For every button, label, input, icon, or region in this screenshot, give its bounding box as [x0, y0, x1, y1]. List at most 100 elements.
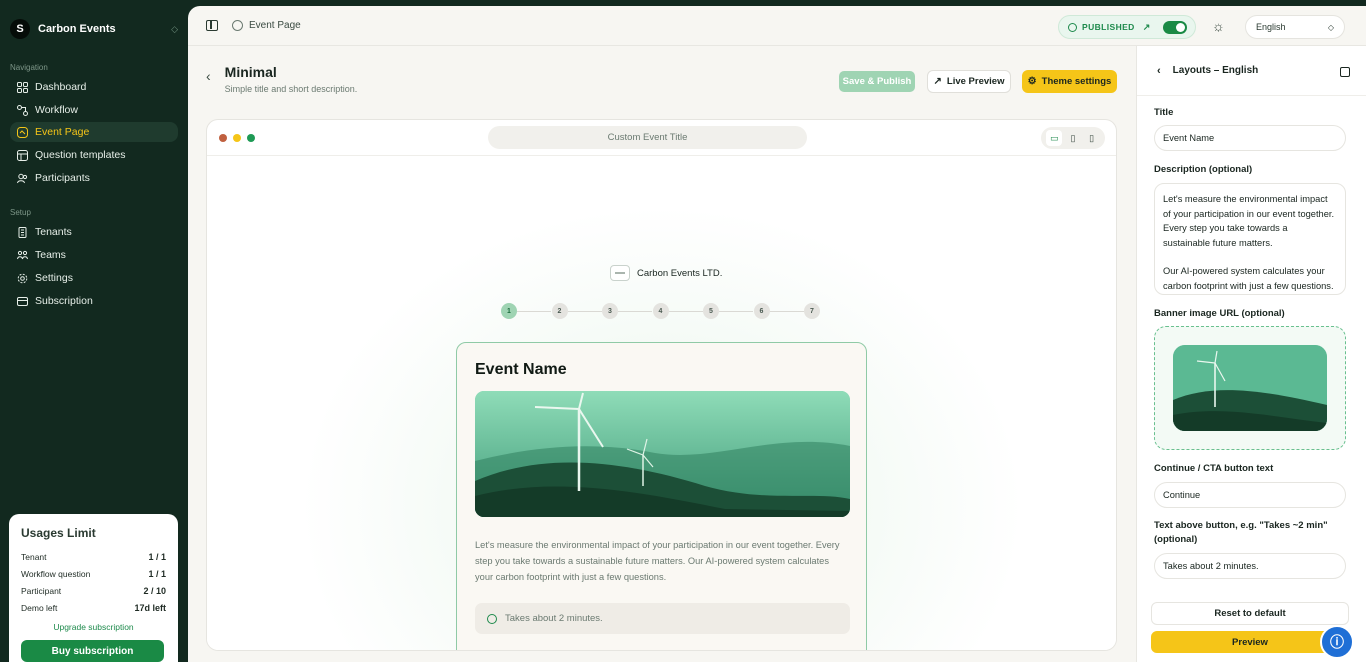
usage-title: Usages Limit [21, 526, 96, 540]
step-connector [668, 310, 703, 312]
company-header: Carbon Events LTD. [610, 265, 722, 281]
theme-settings-button[interactable]: ⚙ Theme settings [1022, 70, 1117, 93]
save-publish-button[interactable]: Save & Publish [839, 71, 915, 92]
page-icon [16, 126, 28, 138]
banner-url-label: Banner image URL (optional) [1154, 308, 1285, 319]
template-icon [16, 149, 28, 161]
team-icon [16, 249, 28, 261]
usage-limit-card: Usages Limit Tenant 1 / 1 Workflow quest… [9, 514, 178, 662]
usage-row: Demo left 17d left [21, 599, 166, 616]
mobile-icon[interactable]: ▯ [1084, 130, 1100, 146]
sidebar-item-subscription[interactable]: Subscription [10, 291, 178, 311]
sidebar-item-teams[interactable]: Teams [10, 245, 178, 265]
wind-turbine-thumbnail [1173, 345, 1327, 431]
desktop-icon[interactable]: ▭ [1046, 130, 1063, 146]
help-icon[interactable]: ⓘ [1320, 625, 1354, 659]
live-preview-button[interactable]: ↗ Live Preview [927, 70, 1011, 93]
sun-icon[interactable]: ☼ [1212, 18, 1225, 34]
banner-thumbnail [1173, 345, 1327, 431]
description-label: Description (optional) [1154, 164, 1253, 175]
page-title: Minimal [224, 64, 277, 80]
title-input[interactable]: Event Name [1154, 125, 1346, 151]
step-5: 5 [703, 303, 719, 319]
step-connector [517, 310, 551, 312]
usage-value: 1 / 1 [148, 551, 166, 562]
chevron-updown-icon: ◇ [171, 23, 178, 34]
description-textarea[interactable]: Let's measure the environmental impact o… [1154, 183, 1346, 295]
reset-default-button[interactable]: Reset to default [1151, 602, 1349, 625]
sidebar-item-dashboard[interactable]: Dashboard [10, 77, 178, 97]
sidebar-item-participants[interactable]: Participants [10, 168, 178, 188]
back-icon[interactable]: ‹ [206, 68, 211, 84]
sidebar-item-question-templates[interactable]: Question templates [10, 145, 178, 165]
tablet-icon[interactable]: ▯ [1065, 130, 1081, 146]
buy-subscription-button[interactable]: Buy subscription [21, 640, 164, 662]
external-link-icon: ↗ [933, 76, 942, 87]
clock-icon [487, 613, 497, 624]
above-button-label: Text above button, e.g. "Takes ~2 min" (… [1154, 520, 1328, 545]
sidebar: S Carbon Events ◇ Navigation Dashboard W… [0, 0, 188, 662]
panel-title: Layouts – English [1172, 65, 1259, 76]
breadcrumb: Event Page [232, 20, 301, 31]
usage-label: Participant [21, 585, 62, 596]
cta-label: Continue / CTA button text [1154, 463, 1274, 474]
usage-row: Workflow question 1 / 1 [21, 565, 166, 582]
event-title: Event Name [475, 361, 567, 378]
back-icon[interactable]: ‹ [1157, 65, 1161, 77]
window-dot-red [219, 134, 227, 142]
step-connector [769, 310, 804, 312]
usage-value: 1 / 1 [148, 568, 166, 579]
step-4: 4 [652, 303, 669, 319]
building-icon [16, 226, 28, 238]
preview-canvas: Carbon Events LTD. 1234567 Event Name Le… [207, 157, 1116, 650]
browser-preview: Custom Event Title ▭ ▯ ▯ Carbon Events L… [206, 119, 1117, 651]
publish-toggle[interactable] [1162, 20, 1187, 34]
usage-value: 2 / 10 [143, 585, 166, 596]
brand-switcher[interactable]: S Carbon Events ◇ [10, 18, 178, 40]
title-label: Title [1154, 107, 1174, 118]
sidebar-item-workflow[interactable]: Workflow [10, 100, 178, 120]
status-badge: PUBLISHED [1082, 22, 1135, 32]
breadcrumb-item: Event Page [249, 20, 301, 31]
nav-section-label: Setup [10, 208, 31, 217]
device-switcher: ▭ ▯ ▯ [1041, 127, 1105, 149]
usage-value: 17d left [134, 602, 166, 613]
sidebar-item-label: Tenants [35, 226, 72, 238]
panel-header: ‹ Layouts – English [1137, 46, 1366, 96]
language-value: English [1256, 22, 1286, 32]
chevron-updown-icon: ◇ [1327, 22, 1334, 32]
step-indicator: 1 2 3 4 5 6 7 [501, 303, 823, 319]
upgrade-subscription-link[interactable]: Upgrade subscription [21, 622, 166, 632]
sidebar-item-label: Subscription [35, 295, 93, 307]
cta-input[interactable]: Continue [1154, 482, 1346, 508]
step-6: 6 [753, 303, 770, 319]
gear-icon [16, 272, 28, 284]
page-header: ‹ Minimal Simple title and short descrip… [206, 64, 357, 94]
topbar: Event Page PUBLISHED ↗ ☼ English ◇ [188, 6, 1366, 46]
sidebar-item-settings[interactable]: Settings [10, 268, 178, 288]
banner-upload-dropzone[interactable] [1154, 326, 1346, 450]
sidebar-item-label: Participants [35, 172, 90, 184]
above-button-input[interactable]: Takes about 2 minutes. [1154, 553, 1346, 579]
sidebar-toggle-icon[interactable] [206, 20, 218, 31]
url-bar: Custom Event Title [488, 126, 807, 149]
brand-logo: S [10, 19, 30, 39]
sliders-icon: ⚙ [1027, 76, 1037, 87]
published-status: PUBLISHED ↗ [1058, 15, 1196, 39]
external-link-icon[interactable]: ↗ [1143, 22, 1151, 33]
sidebar-item-label: Event Page [35, 126, 90, 138]
sidebar-item-tenants[interactable]: Tenants [10, 222, 178, 242]
description-paragraph: Our AI-powered system calculates your ca… [1163, 266, 1334, 291]
step-1: 1 [501, 303, 517, 319]
browser-bar: Custom Event Title ▭ ▯ ▯ [207, 120, 1116, 156]
sidebar-item-event-page[interactable]: Event Page [10, 122, 178, 142]
grid-icon [16, 81, 28, 93]
usage-row: Participant 2 / 10 [21, 582, 166, 599]
description-paragraph: Let's measure the environmental impact o… [1163, 194, 1335, 248]
users-icon [16, 172, 28, 184]
step-3: 3 [602, 303, 618, 319]
duration-text: Takes about 2 minutes. [505, 613, 603, 624]
language-select[interactable]: English ◇ [1245, 15, 1345, 39]
sidebar-item-label: Workflow [35, 104, 78, 116]
collapse-panel-icon[interactable] [1340, 67, 1350, 77]
